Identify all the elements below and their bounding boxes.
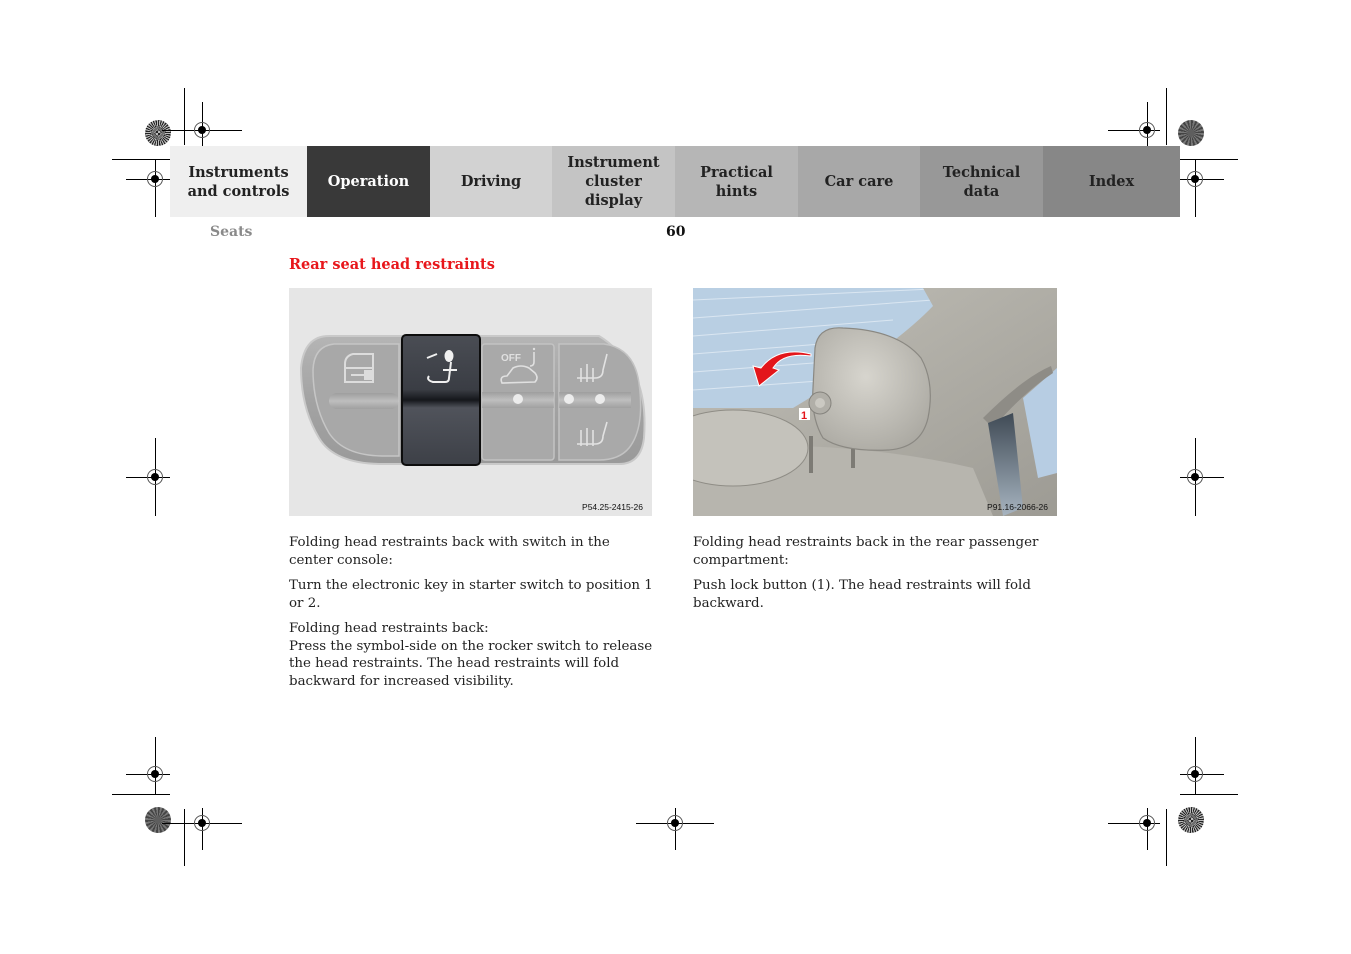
crop-line: [112, 159, 170, 160]
figure-code: P54.25-2415-26: [582, 502, 643, 512]
registration-target-icon: [147, 171, 163, 187]
tab-label: cluster display: [584, 173, 643, 209]
chapter-tab-bar: Instruments and controls Operation Drivin…: [170, 146, 1180, 217]
paragraph: Press the symbol-side on the rocker swit…: [289, 638, 653, 689]
tab-label: and controls: [187, 182, 290, 200]
crop-line: [184, 809, 185, 866]
section-heading: Rear seat head restraints: [289, 256, 495, 273]
fold-direction-arrow-icon: [752, 351, 812, 387]
section-label: Seats: [210, 224, 253, 240]
crop-line: [184, 88, 185, 145]
crop-line: [112, 794, 170, 795]
registration-starburst-icon: [1178, 120, 1204, 146]
switch-head-restraint-fold[interactable]: [401, 334, 481, 466]
tab-operation[interactable]: Operation: [307, 146, 430, 217]
figure-head-restraint: 1 P91.16-2066-26: [693, 288, 1057, 516]
registration-target-icon: [194, 815, 210, 831]
svg-text:OFF: OFF: [501, 353, 521, 364]
left-column-text: Folding head restraints back with switch…: [289, 534, 653, 698]
crop-line: [1166, 809, 1167, 866]
tab-label: data: [963, 182, 1000, 200]
registration-target-icon: [1139, 815, 1155, 831]
registration-target-icon: [147, 469, 163, 485]
callout-number: 1: [801, 410, 807, 422]
tab-label: Instrument: [567, 154, 660, 171]
paragraph: Folding head restraints back with switch…: [289, 535, 610, 568]
tab-driving[interactable]: Driving: [430, 146, 552, 217]
switch-panel-illustration: OFF: [299, 334, 646, 466]
registration-target-icon: [194, 122, 210, 138]
registration-target-icon: [667, 815, 683, 831]
lock-button-cap: [815, 398, 825, 408]
tab-instrument-cluster-display[interactable]: Instrument cluster display: [552, 146, 675, 217]
tab-index[interactable]: Index: [1043, 146, 1180, 217]
tab-technical-data[interactable]: Technical data: [920, 146, 1043, 217]
crop-line: [155, 160, 156, 217]
registration-starburst-icon: [1178, 807, 1204, 833]
page-number: 60: [666, 224, 686, 240]
indicator-led: [564, 394, 574, 404]
tab-label: Car care: [824, 173, 894, 190]
registration-target-icon: [1187, 766, 1203, 782]
tab-car-care[interactable]: Car care: [798, 146, 920, 217]
crop-line: [1195, 160, 1196, 217]
registration-starburst-icon: [145, 120, 171, 146]
indicator-led: [595, 394, 605, 404]
key-ridge: [329, 393, 399, 409]
registration-target-icon: [1187, 171, 1203, 187]
right-column-text: Folding head restraints back in the rear…: [693, 534, 1063, 620]
head-restraint-illustration: 1: [693, 288, 1057, 516]
tab-label: Practical hints: [700, 163, 773, 200]
tab-label: Driving: [460, 173, 522, 190]
paragraph: Folding head restraints back:: [289, 621, 489, 636]
tab-label: Instruments: [188, 163, 289, 181]
crop-line: [1180, 794, 1238, 795]
tab-label: Index: [1088, 173, 1135, 190]
registration-target-icon: [1187, 469, 1203, 485]
crop-line: [1166, 88, 1167, 145]
paragraph: Push lock button (1). The head restraint…: [693, 578, 1031, 611]
figure-code: P91.16-2066-26: [987, 502, 1048, 512]
tab-label: Operation: [327, 173, 410, 190]
figure-switch-panel: OFF P54.25-2415-26: [289, 288, 652, 516]
crop-line: [1180, 159, 1238, 160]
registration-target-icon: [147, 766, 163, 782]
tab-instruments-and-controls[interactable]: Instruments and controls: [170, 146, 307, 217]
paragraph: Turn the electronic key in starter switc…: [289, 578, 653, 611]
tab-label: Technical: [942, 163, 1021, 181]
registration-target-icon: [1139, 122, 1155, 138]
registration-starburst-icon: [145, 807, 171, 833]
tab-practical-hints[interactable]: Practical hints: [675, 146, 798, 217]
paragraph: Folding head restraints back in the rear…: [693, 535, 1039, 568]
